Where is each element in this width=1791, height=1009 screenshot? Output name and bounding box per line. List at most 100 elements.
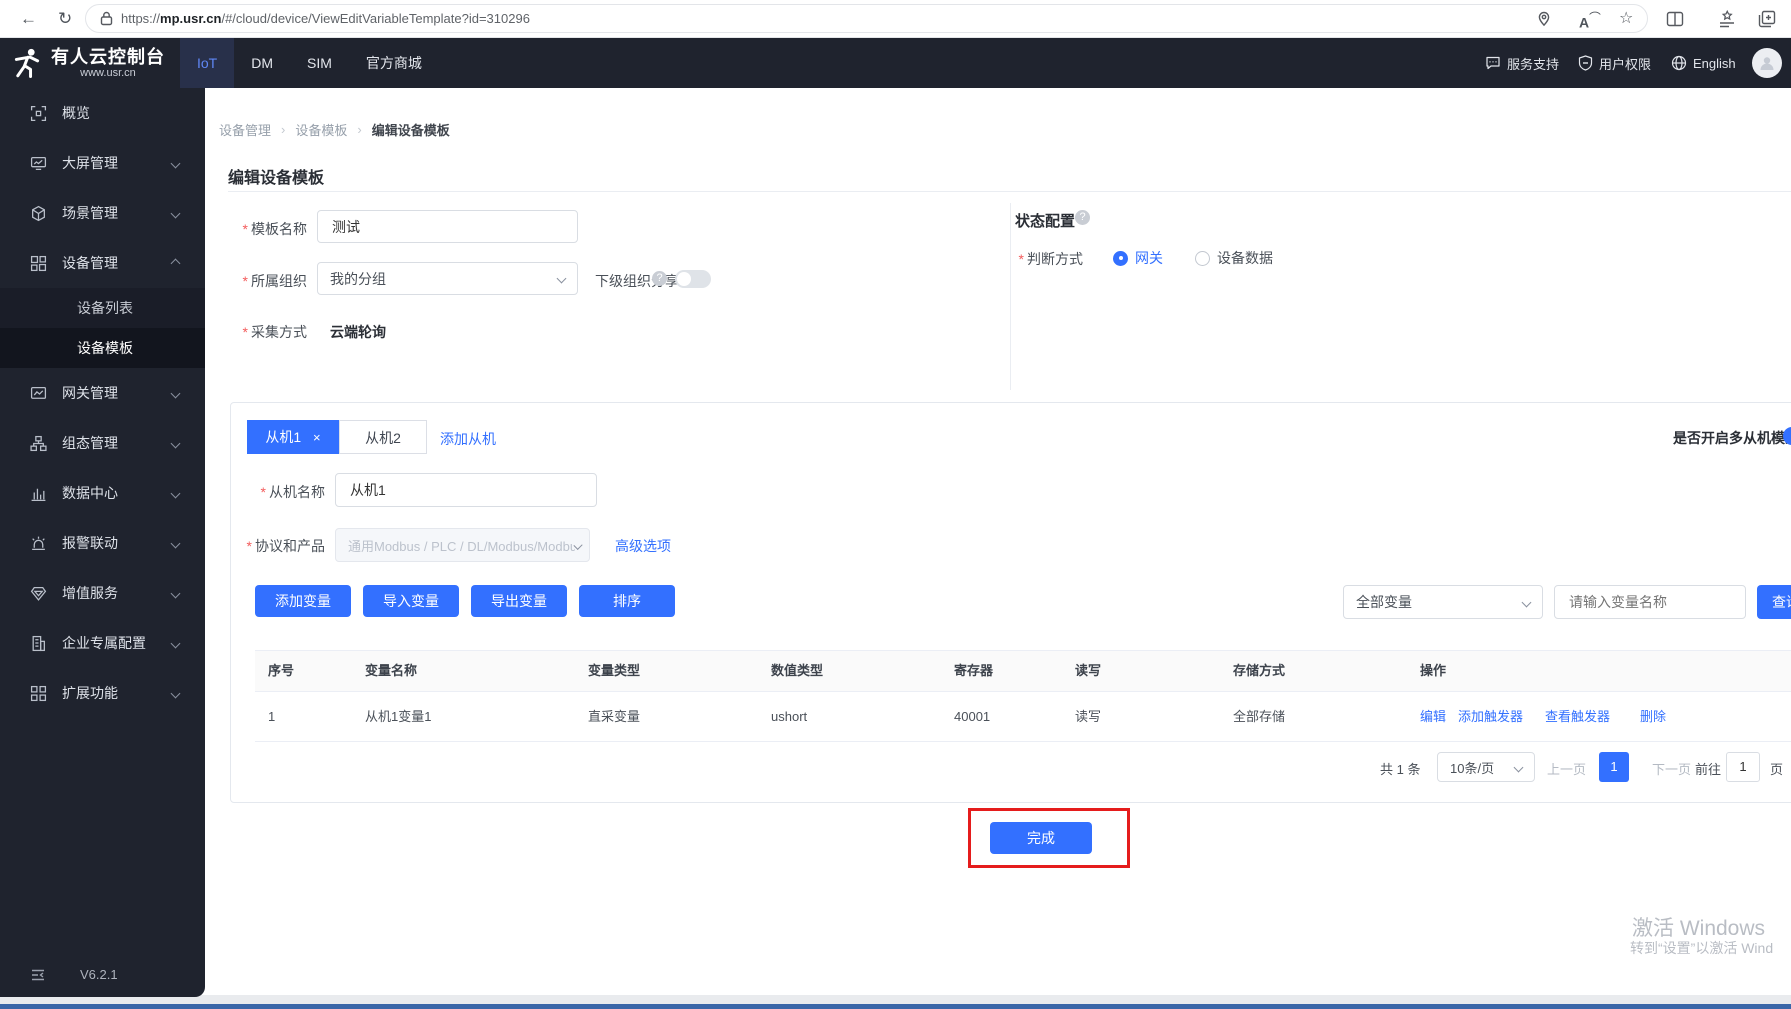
variable-search-input[interactable] [1554,585,1746,619]
col-register: 寄存器 [954,663,994,678]
sidebar-item-device[interactable]: 设备管理 [0,238,205,288]
sidebar-item-gateway[interactable]: 网关管理 [0,368,205,418]
tab-slave1-label: 从机1 [265,429,302,445]
radio-gateway[interactable]: 网关 [1113,248,1163,268]
breadcrumb-device-management[interactable]: 设备管理 [219,120,271,139]
variable-filter-value: 全部变量 [1356,594,1412,610]
nav-tab-sim[interactable]: SIM [290,38,349,88]
sidebar-item-scene[interactable]: 场景管理 [0,188,205,238]
export-variable-button[interactable]: 导出变量 [471,585,567,617]
template-name-input[interactable] [317,210,578,243]
sidebar-item-bigscreen[interactable]: 大屏管理 [0,138,205,188]
prev-page-button[interactable]: 上一页 [1547,759,1586,778]
breadcrumb-device-template[interactable]: 设备模板 [295,120,347,139]
address-bar[interactable]: https://mp.usr.cn/#/cloud/device/ViewEdi… [85,4,1648,33]
next-page-button[interactable]: 下一页 [1652,759,1691,778]
user-permission-label: 用户权限 [1599,56,1652,72]
help-icon[interactable]: ? [652,271,667,286]
variable-table-header: 序号 变量名称 变量类型 数值类型 寄存器 读写 存储方式 操作 [255,650,1791,692]
browser-back-button[interactable]: ← [20,7,37,31]
sidebar-item-label: 报警联动 [62,535,118,551]
add-variable-button[interactable]: 添加变量 [255,585,351,617]
col-index: 序号 [268,663,295,678]
location-pin-icon[interactable] [1536,11,1552,27]
app-logo[interactable]: 有人云控制台 www.usr.cn [10,38,165,88]
sidebar-item-label: 组态管理 [62,435,118,451]
goto-label: 前往 [1695,762,1722,777]
collections-icon[interactable] [1758,10,1776,28]
tab-slave2[interactable]: 从机2 [339,420,427,454]
breadcrumb-separator: › [357,122,362,137]
nav-tab-dm[interactable]: DM [234,38,290,88]
view-trigger-link[interactable]: 查看触发器 [1545,692,1610,742]
advanced-options-link[interactable]: 高级选项 [615,536,671,556]
organization-text: 所属组织 [251,273,307,289]
delete-link[interactable]: 删除 [1640,692,1666,742]
nav-tab-mall[interactable]: 官方商城 [349,38,439,88]
language-switch[interactable]: English [1671,38,1736,88]
bar-chart-icon [30,485,47,502]
sidebar-item-enterprise[interactable]: 企业专属配置 [0,618,205,668]
favorites-bar-icon[interactable] [1718,10,1736,28]
table-row: 1 从机1变量1 直采变量 ushort 40001 读写 全部存储 编辑 添加… [255,692,1791,742]
service-support-label: 服务支持 [1507,56,1560,72]
goto-page-input[interactable] [1726,752,1760,782]
sidebar-item-extensions[interactable]: 扩展功能 [0,668,205,718]
sort-button[interactable]: 排序 [579,585,675,617]
cell-read-write: 读写 [1075,709,1102,724]
organization-select[interactable]: 我的分组 [317,262,578,295]
add-slave-link[interactable]: 添加从机 [440,429,496,449]
sidebar-item-alarm[interactable]: 报警联动 [0,518,205,568]
close-icon[interactable]: × [313,430,321,445]
sidebar-item-device-list[interactable]: 设备列表 [0,288,205,328]
help-icon[interactable]: ? [1075,210,1090,225]
nav-tab-iot[interactable]: IoT [180,38,235,88]
pagination-total: 共 1 条 [1380,762,1421,777]
variable-filter-select[interactable]: 全部变量 [1343,585,1543,619]
cell-data-type: ushort [771,709,808,724]
chevron-down-icon [1521,597,1532,607]
usr-person-logo-icon [14,48,40,78]
multi-slave-mode-label: 是否开启多从机模式 [1673,430,1791,446]
read-aloud-icon[interactable]: A⌒ [1579,9,1601,31]
favorite-star-icon[interactable]: ☆ [1619,8,1633,28]
url-host: mp.usr.cn [160,11,222,26]
scene-cube-icon [30,205,47,222]
status-config-title: 状态配置 [1015,213,1076,230]
page-number-1[interactable]: 1 [1599,752,1629,782]
done-button[interactable]: 完成 [990,822,1092,854]
sidebar-item-datacenter[interactable]: 数据中心 [0,468,205,518]
tab-slave1[interactable]: 从机1 × [247,420,339,454]
split-screen-icon[interactable] [1666,10,1684,28]
cell-register: 40001 [954,709,991,724]
search-button[interactable]: 查询 [1757,585,1791,619]
tab-slave2-label: 从机2 [365,430,401,446]
browser-refresh-button[interactable]: ↻ [58,7,72,31]
version-label: V6.2.1 [80,967,118,982]
collapse-sidebar-icon[interactable] [30,967,46,983]
taskbar-edge [0,1004,1791,1009]
add-trigger-link[interactable]: 添加触发器 [1458,692,1523,742]
user-avatar[interactable] [1752,48,1782,78]
chevron-down-icon [1513,762,1524,772]
org-chart-icon [30,435,47,452]
sidebar-item-valueadded[interactable]: 增值服务 [0,568,205,618]
sidebar-item-overview[interactable]: 概览 [0,88,205,138]
sidebar-item-device-template[interactable]: 设备模板 [0,328,205,368]
sidebar-item-label: 大屏管理 [62,155,118,171]
service-support[interactable]: 服务支持 [1485,38,1559,88]
slave-name-text: 从机名称 [269,484,325,500]
radio-device-data[interactable]: 设备数据 [1195,248,1273,268]
import-variable-button[interactable]: 导入变量 [363,585,459,617]
edit-link[interactable]: 编辑 [1420,692,1446,742]
slave-name-input[interactable] [335,473,597,507]
url-text: https://mp.usr.cn/#/cloud/device/ViewEdi… [121,11,530,26]
user-permission[interactable]: 用户权限 [1578,38,1651,88]
chevron-down-icon [170,588,181,599]
sub-org-share-toggle[interactable] [675,270,711,288]
sidebar-item-configuration[interactable]: 组态管理 [0,418,205,468]
page-size-select[interactable]: 10条/页 [1437,752,1535,782]
window-bottom-strip [0,995,1791,1004]
big-screen-icon [30,155,47,172]
page-size-value: 10条/页 [1450,760,1495,776]
